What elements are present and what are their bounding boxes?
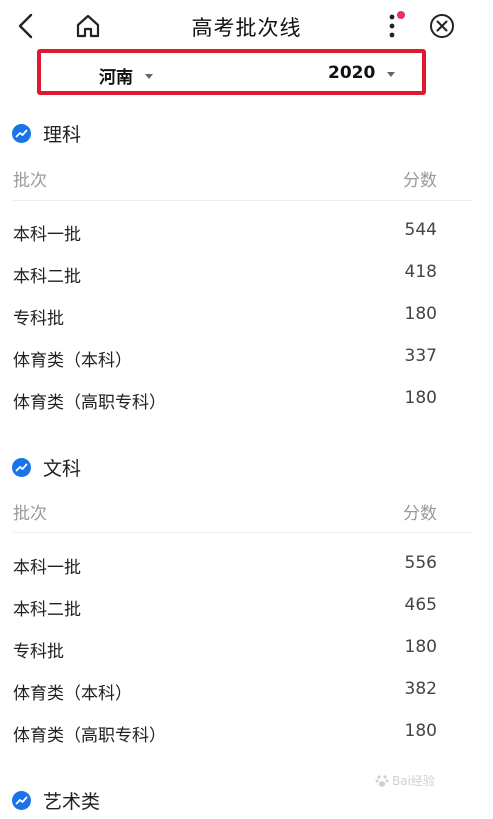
chevron-down-icon xyxy=(145,74,153,79)
score-value: 465 xyxy=(404,595,437,615)
province-dropdown[interactable]: 河南 xyxy=(99,63,153,88)
divider xyxy=(13,200,473,201)
column-header-score: 分数 xyxy=(403,504,437,524)
batch-name: 本科二批 xyxy=(13,600,81,620)
batch-name: 专科批 xyxy=(13,309,64,329)
table-header-science: 批次 分数 xyxy=(13,166,437,191)
section-title-arts: 艺术类 xyxy=(12,787,100,814)
chevron-down-icon xyxy=(387,71,396,77)
table-row: 本科一批 556 xyxy=(13,553,437,578)
year-value: 2020 xyxy=(328,63,376,83)
year-dropdown[interactable]: 2020 xyxy=(328,63,396,83)
section-title-liberal-arts: 文科 xyxy=(12,454,81,481)
trend-chart-icon xyxy=(12,458,31,477)
batch-name: 体育类（本科） xyxy=(13,351,132,371)
batch-name: 本科一批 xyxy=(13,225,81,245)
table-row: 专科批 180 xyxy=(13,304,437,329)
notification-dot xyxy=(397,11,405,19)
batch-name: 本科一批 xyxy=(13,558,81,578)
paw-logo-icon xyxy=(375,774,389,788)
table-header-liberal-arts: 批次 分数 xyxy=(13,499,437,524)
score-value: 180 xyxy=(404,304,437,324)
section-title-science: 理科 xyxy=(12,120,81,147)
score-value: 180 xyxy=(404,388,437,408)
batch-name: 本科二批 xyxy=(13,267,81,287)
score-value: 544 xyxy=(404,220,437,240)
trend-chart-icon xyxy=(12,791,31,810)
more-menu-icon[interactable] xyxy=(374,6,410,46)
batch-name: 专科批 xyxy=(13,642,64,662)
top-bar: 高考批次线 xyxy=(0,0,493,52)
score-value: 180 xyxy=(404,721,437,741)
column-header-score: 分数 xyxy=(403,171,437,191)
table-row: 体育类（本科） 382 xyxy=(13,679,437,704)
table-row: 体育类（高职专科） 180 xyxy=(13,388,437,413)
home-icon[interactable] xyxy=(70,8,106,44)
page-title: 高考批次线 xyxy=(191,16,302,40)
score-value: 382 xyxy=(404,679,437,699)
table-row: 本科二批 465 xyxy=(13,595,437,620)
table-row: 本科一批 544 xyxy=(13,220,437,245)
province-value: 河南 xyxy=(99,68,133,88)
score-value: 418 xyxy=(404,262,437,282)
score-value: 180 xyxy=(404,637,437,657)
column-header-batch: 批次 xyxy=(13,504,47,524)
table-row: 专科批 180 xyxy=(13,637,437,662)
table-row: 本科二批 418 xyxy=(13,262,437,287)
score-value: 337 xyxy=(404,346,437,366)
batch-name: 体育类（本科） xyxy=(13,684,132,704)
divider xyxy=(13,532,473,533)
table-row: 体育类（高职专科） 180 xyxy=(13,721,437,746)
close-circle-icon[interactable] xyxy=(422,6,462,46)
watermark: Bai经验 xyxy=(375,772,435,789)
batch-name: 体育类（高职专科） xyxy=(13,393,166,413)
score-value: 556 xyxy=(404,553,437,573)
batch-name: 体育类（高职专科） xyxy=(13,726,166,746)
trend-chart-icon xyxy=(12,124,31,143)
column-header-batch: 批次 xyxy=(13,171,47,191)
back-arrow-icon[interactable] xyxy=(8,8,44,44)
watermark-text: Bai经验 xyxy=(392,774,435,788)
table-row: 体育类（本科） 337 xyxy=(13,346,437,371)
filter-bar: 河南 2020 xyxy=(37,49,426,95)
